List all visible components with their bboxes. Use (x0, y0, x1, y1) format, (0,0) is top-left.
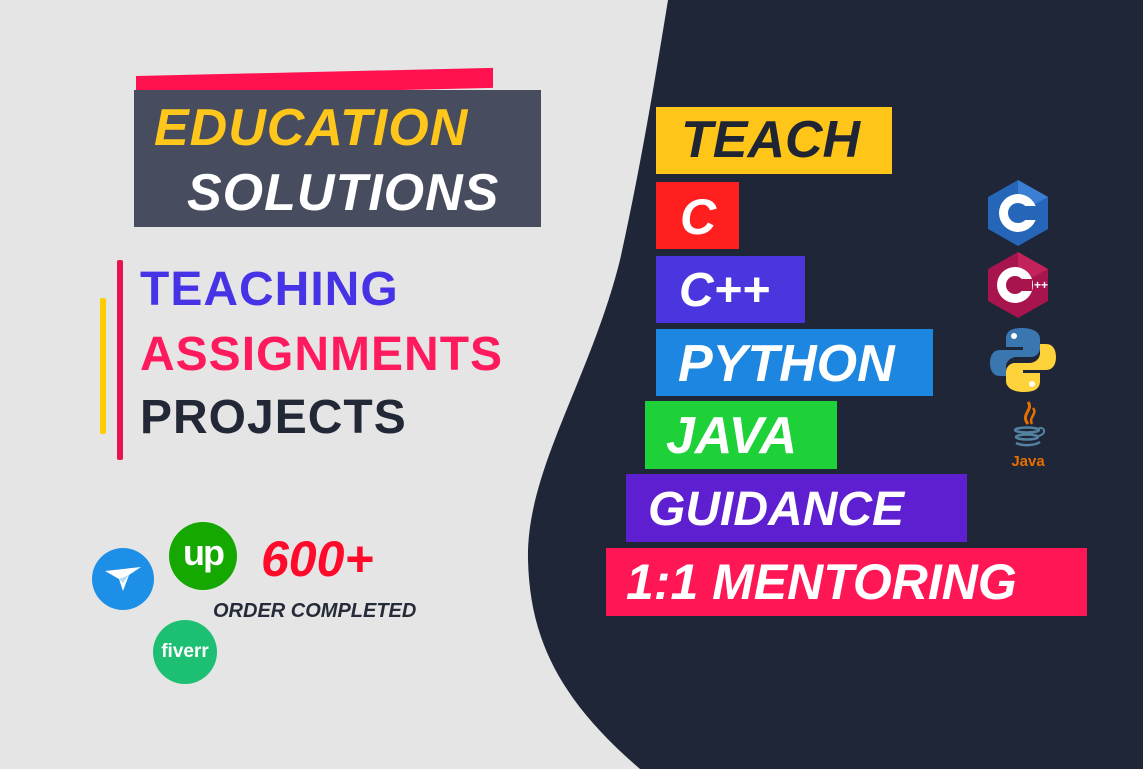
cpp-icon-plus-text: ++ (1034, 278, 1048, 292)
headline-line-1: EDUCATION (154, 99, 469, 157)
c-language-icon (988, 180, 1048, 246)
topic-guidance: GUIDANCE (626, 474, 967, 542)
java-language-icon: Java (1011, 401, 1045, 470)
python-language-icon (990, 328, 1056, 392)
service-projects: PROJECTS (140, 391, 407, 444)
topic-mentoring: 1:1 MENTORING (606, 548, 1087, 616)
topic-c: C (656, 182, 739, 249)
accent-bar-yellow (100, 298, 106, 434)
java-icon-text: Java (1011, 453, 1045, 470)
bird-icon (105, 567, 141, 591)
topic-java: JAVA (645, 401, 837, 469)
orders-count: 600+ (261, 531, 374, 587)
orders-label: ORDER COMPLETED (213, 600, 417, 622)
cpp-language-icon: ++ (988, 252, 1048, 318)
topic-python: PYTHON (656, 329, 933, 396)
service-assignments: ASSIGNMENTS (140, 328, 504, 381)
fiverr-logo-icon: fiverr (153, 620, 217, 684)
upwork-logo-icon: up (169, 522, 237, 590)
fiverr-logo-text: fiverr (161, 641, 209, 662)
accent-bar-red (117, 260, 123, 460)
topic-cpp: C++ (656, 256, 805, 323)
upwork-logo-text: up (183, 532, 225, 573)
service-teaching: TEACHING (140, 263, 399, 316)
headline-line-2: SOLUTIONS (187, 164, 500, 222)
topic-teach: TEACH (656, 107, 892, 174)
freelancer-logo-icon (92, 548, 154, 610)
